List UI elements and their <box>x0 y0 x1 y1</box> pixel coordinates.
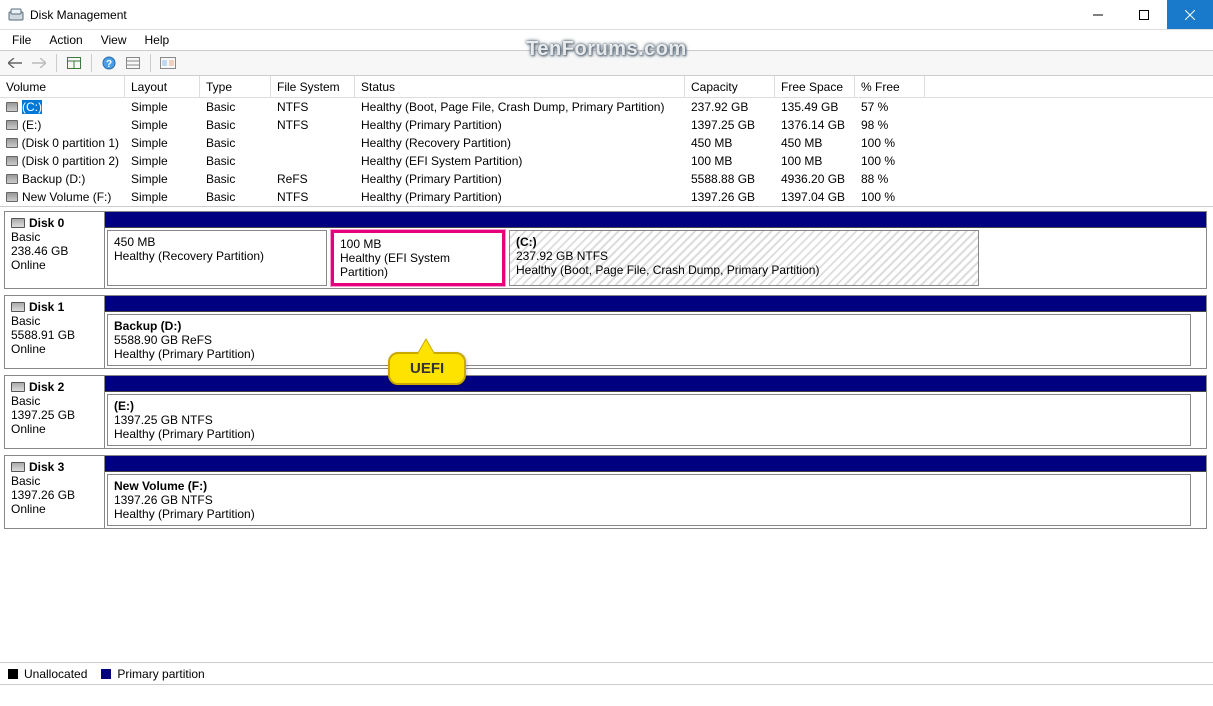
partition-bar <box>105 296 1206 312</box>
status-bar <box>0 684 1213 706</box>
col-percent[interactable]: % Free <box>855 76 925 98</box>
volume-icon <box>6 120 18 130</box>
partition-block[interactable]: (E:)1397.25 GB NTFSHealthy (Primary Part… <box>107 394 1191 446</box>
disk-layout-pane: Disk 0Basic238.46 GBOnline450 MBHealthy … <box>0 207 1213 662</box>
col-layout[interactable]: Layout <box>125 76 200 98</box>
volume-icon <box>6 156 18 166</box>
col-type[interactable]: Type <box>200 76 271 98</box>
volume-row[interactable]: (Disk 0 partition 1)SimpleBasicHealthy (… <box>0 134 1213 152</box>
disk-info: Disk 2Basic1397.25 GBOnline <box>5 376 105 448</box>
col-volume[interactable]: Volume <box>0 76 125 98</box>
volume-grid: Volume Layout Type File System Status Ca… <box>0 76 1213 207</box>
maximize-button[interactable] <box>1121 0 1167 29</box>
view-graphical-button[interactable] <box>157 52 179 74</box>
toolbar: ? <box>0 50 1213 76</box>
view-list-button[interactable] <box>122 52 144 74</box>
col-capacity[interactable]: Capacity <box>685 76 775 98</box>
back-button[interactable] <box>4 52 26 74</box>
disk-row[interactable]: Disk 2Basic1397.25 GBOnline(E:)1397.25 G… <box>4 375 1207 449</box>
volume-row[interactable]: New Volume (F:)SimpleBasicNTFSHealthy (P… <box>0 188 1213 206</box>
col-spacer <box>925 76 1213 98</box>
disk-info: Disk 1Basic5588.91 GBOnline <box>5 296 105 368</box>
disk-info: Disk 3Basic1397.26 GBOnline <box>5 456 105 528</box>
forward-button[interactable] <box>28 52 50 74</box>
partition-block[interactable]: Backup (D:)5588.90 GB ReFSHealthy (Prima… <box>107 314 1191 366</box>
menu-view[interactable]: View <box>93 31 135 49</box>
menu-bar: File Action View Help <box>0 30 1213 50</box>
volume-icon <box>6 102 18 112</box>
volume-icon <box>6 192 18 202</box>
legend-primary: Primary partition <box>117 667 204 681</box>
partition-block[interactable]: 100 MBHealthy (EFI System Partition) <box>331 230 505 286</box>
minimize-button[interactable] <box>1075 0 1121 29</box>
partition-block[interactable]: 450 MBHealthy (Recovery Partition) <box>107 230 327 286</box>
disk-row[interactable]: Disk 3Basic1397.26 GBOnlineNew Volume (F… <box>4 455 1207 529</box>
svg-text:?: ? <box>106 59 112 70</box>
menu-help[interactable]: Help <box>137 31 178 49</box>
col-filesystem[interactable]: File System <box>271 76 355 98</box>
legend-bar: Unallocated Primary partition <box>0 662 1213 684</box>
partition-bar <box>105 212 1206 228</box>
volume-icon <box>6 138 18 148</box>
disk-icon <box>11 462 25 472</box>
legend-swatch-primary <box>101 669 111 679</box>
volume-row[interactable]: Backup (D:)SimpleBasicReFSHealthy (Prima… <box>0 170 1213 188</box>
disk-info: Disk 0Basic238.46 GBOnline <box>5 212 105 288</box>
disk-row[interactable]: Disk 0Basic238.46 GBOnline450 MBHealthy … <box>4 211 1207 289</box>
volume-row[interactable]: (C:)SimpleBasicNTFSHealthy (Boot, Page F… <box>0 98 1213 116</box>
volume-row[interactable]: (E:)SimpleBasicNTFSHealthy (Primary Part… <box>0 116 1213 134</box>
view-settings-button[interactable] <box>63 52 85 74</box>
partition-block[interactable]: New Volume (F:)1397.26 GB NTFSHealthy (P… <box>107 474 1191 526</box>
disk-icon <box>11 218 25 228</box>
app-icon <box>8 7 24 23</box>
partition-bar <box>105 376 1206 392</box>
legend-swatch-unallocated <box>8 669 18 679</box>
col-free[interactable]: Free Space <box>775 76 855 98</box>
disk-icon <box>11 302 25 312</box>
volume-icon <box>6 174 18 184</box>
partition-block[interactable]: (C:)237.92 GB NTFSHealthy (Boot, Page Fi… <box>509 230 979 286</box>
title-bar: Disk Management <box>0 0 1213 30</box>
window-title: Disk Management <box>30 8 1075 22</box>
volume-row[interactable]: (Disk 0 partition 2)SimpleBasicHealthy (… <box>0 152 1213 170</box>
legend-unallocated: Unallocated <box>24 667 87 681</box>
help-button[interactable]: ? <box>98 52 120 74</box>
disk-icon <box>11 382 25 392</box>
disk-row[interactable]: Disk 1Basic5588.91 GBOnlineBackup (D:)55… <box>4 295 1207 369</box>
menu-action[interactable]: Action <box>41 31 90 49</box>
col-status[interactable]: Status <box>355 76 685 98</box>
volume-grid-header: Volume Layout Type File System Status Ca… <box>0 76 1213 98</box>
partition-bar <box>105 456 1206 472</box>
close-button[interactable] <box>1167 0 1213 29</box>
menu-file[interactable]: File <box>4 31 39 49</box>
